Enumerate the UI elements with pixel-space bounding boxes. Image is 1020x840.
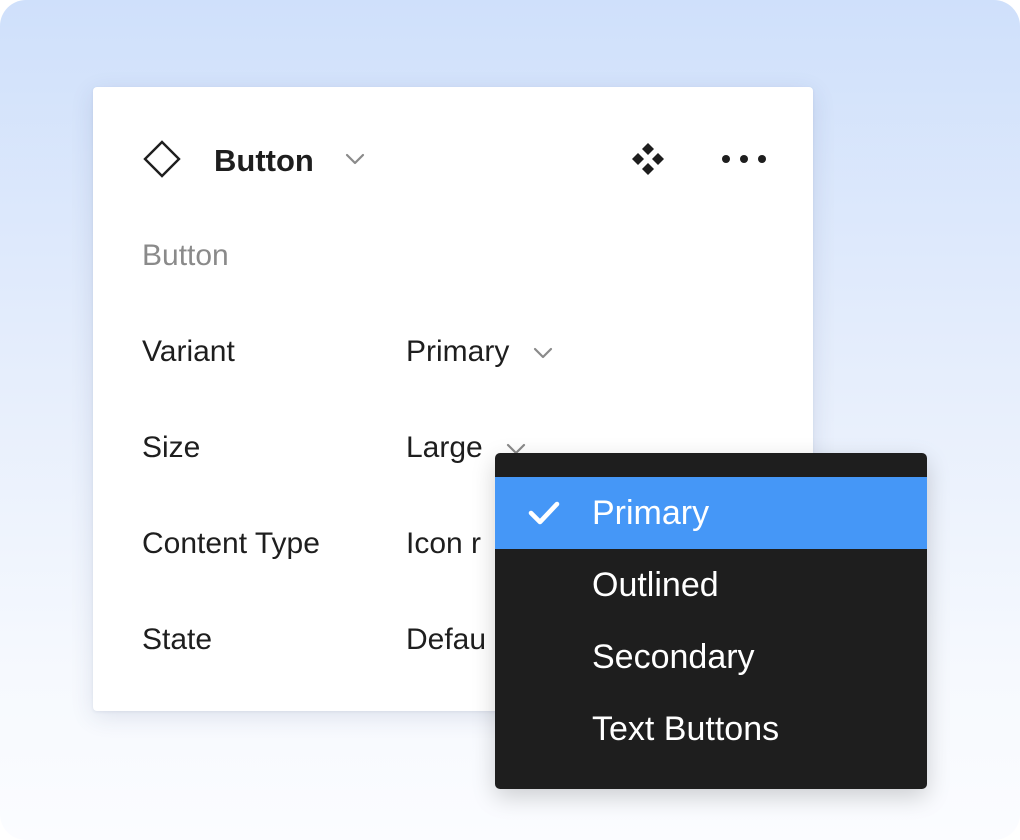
property-value-label: Primary	[406, 335, 510, 368]
dropdown-option-label: Primary	[592, 494, 710, 532]
dropdown-option-label: Outlined	[592, 566, 719, 604]
component-title[interactable]: Button	[214, 143, 314, 179]
property-name-variant: Variant	[142, 335, 235, 368]
dropdown-option-secondary[interactable]: Secondary	[495, 621, 927, 693]
dropdown-option-primary[interactable]: Primary	[495, 477, 927, 549]
dropdown-option-label: Text Buttons	[592, 710, 780, 748]
property-name-content-type: Content Type	[142, 527, 320, 560]
chevron-down-icon	[533, 347, 552, 359]
diamond-outline-icon	[143, 140, 181, 178]
dropdown-option-outlined[interactable]: Outlined	[495, 549, 927, 621]
property-value-variant[interactable]: Primary	[406, 334, 554, 370]
property-name-size: Size	[142, 431, 201, 464]
property-value-state[interactable]: Defau	[406, 622, 486, 658]
background-canvas: Button Button Variant Primary Size Large	[0, 0, 1020, 840]
property-value-content-type[interactable]: Icon r	[406, 526, 481, 562]
dropdown-option-label: Secondary	[592, 638, 755, 676]
more-horizontal-icon[interactable]	[720, 151, 768, 167]
chevron-down-icon[interactable]	[344, 151, 366, 167]
checkmark-icon	[528, 501, 560, 525]
component-instance-icon[interactable]	[630, 141, 666, 177]
property-value-label: Large	[406, 431, 483, 464]
variant-dropdown-menu: Primary Outlined Secondary Text Buttons	[495, 453, 927, 789]
section-label: Button	[142, 239, 229, 272]
dropdown-option-text-buttons[interactable]: Text Buttons	[495, 693, 927, 765]
property-name-state: State	[142, 623, 213, 656]
